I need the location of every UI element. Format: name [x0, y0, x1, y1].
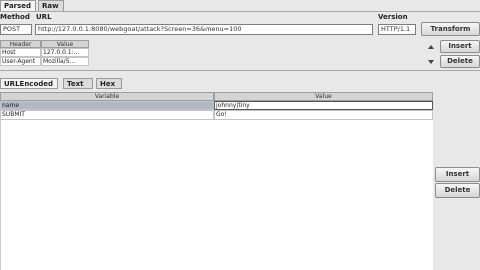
transform-button[interactable]: Transform	[421, 22, 480, 36]
section-divider	[0, 70, 480, 71]
tab-text[interactable]: Text	[63, 78, 93, 89]
param-value-cell[interactable]: Go!	[214, 110, 433, 120]
tab-raw[interactable]: Raw	[38, 0, 64, 11]
header-insert-button[interactable]: Insert	[440, 40, 480, 53]
param-insert-button[interactable]: Insert	[435, 167, 480, 182]
method-label: Method	[0, 13, 30, 21]
tab-divider	[0, 11, 480, 12]
header-delete-button[interactable]: Delete	[440, 55, 480, 68]
header-value-cell[interactable]: Mozilla/5...	[41, 57, 89, 66]
param-value-cell[interactable]: johnny|tiny	[214, 101, 433, 110]
header-column-header[interactable]: Header	[0, 40, 41, 48]
scroll-up-icon[interactable]	[428, 45, 434, 49]
params-table-empty-area[interactable]	[0, 120, 433, 270]
scroll-down-icon[interactable]	[428, 60, 434, 64]
variable-column-header[interactable]: Variable	[0, 92, 214, 101]
url-label: URL	[36, 13, 52, 21]
param-name-cell[interactable]: SUBMIT	[0, 110, 214, 120]
header-name-cell[interactable]: Host	[0, 48, 41, 57]
header-name-cell[interactable]: User-Agent	[0, 57, 41, 66]
tab-urlencoded[interactable]: URLEncoded	[0, 78, 58, 89]
param-delete-button[interactable]: Delete	[435, 183, 480, 198]
tab-hex[interactable]: Hex	[96, 78, 122, 89]
version-field[interactable]: HTTP/1.1	[378, 24, 416, 35]
value-column-header[interactable]: Value	[41, 40, 89, 48]
tab-parsed[interactable]: Parsed	[0, 0, 36, 11]
url-field[interactable]: http://127.0.0.1:8080/webgoat/attack?Scr…	[35, 24, 373, 35]
version-label: Version	[378, 13, 408, 21]
method-field[interactable]: POST	[0, 24, 32, 35]
header-value-cell[interactable]: 127.0.0.1:...	[41, 48, 89, 57]
value-column-header[interactable]: Value	[214, 92, 433, 101]
param-name-cell[interactable]: name	[0, 101, 214, 110]
